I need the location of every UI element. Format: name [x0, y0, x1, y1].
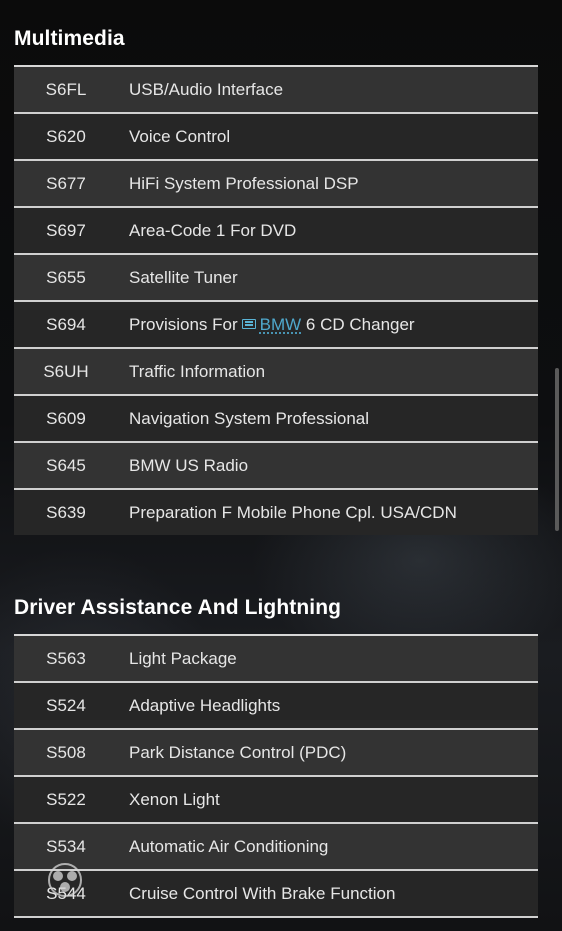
table-row: S609 Navigation System Professional [14, 396, 538, 443]
option-description: Cruise Control With Brake Function [129, 883, 396, 903]
option-code: S522 [46, 789, 86, 809]
option-description-suffix: 6 CD Changer [305, 314, 415, 334]
option-description: BMW US Radio [129, 455, 249, 475]
table-row: S6FL USB/Audio Interface [14, 67, 538, 114]
table-row: S524 Adaptive Headlights [14, 683, 538, 730]
option-code: S645 [46, 455, 86, 475]
table-row: S697 Area-Code 1 For DVD [14, 208, 538, 255]
option-description: Satellite Tuner [129, 267, 238, 287]
table-row: S645 BMW US Radio [14, 443, 538, 490]
option-code: S6FL [45, 79, 87, 99]
option-description: HiFi System Professional DSP [129, 173, 359, 193]
table-row: S544 Cruise Control With Brake Function [14, 871, 538, 918]
option-description: USB/Audio Interface [129, 79, 284, 99]
option-description: Navigation System Professional [129, 408, 370, 428]
option-description-prefix: Provisions For [129, 314, 238, 334]
table-row: S563 Light Package [14, 636, 538, 683]
option-code: S6UH [43, 361, 89, 381]
option-description: Adaptive Headlights [129, 695, 281, 715]
option-description: Provisions For BMW 6 CD Changer [118, 315, 538, 335]
table-row: S522 Xenon Light [14, 777, 538, 824]
scrollbar[interactable] [555, 368, 559, 531]
table-row: S6UH Traffic Information [14, 349, 538, 396]
table-row: S620 Voice Control [14, 114, 538, 161]
table-row: S655 Satellite Tuner [14, 255, 538, 302]
option-description: Automatic Air Conditioning [129, 836, 329, 856]
table-row: S534 Automatic Air Conditioning [14, 824, 538, 871]
table-row: S694 Provisions For BMW 6 CD Changer [14, 302, 538, 349]
article-link-icon[interactable] [241, 318, 256, 329]
site-logo-icon [48, 863, 82, 897]
option-code: S534 [46, 836, 86, 856]
table-row: S677 HiFi System Professional DSP [14, 161, 538, 208]
section-title-driver-assistance: Driver Assistance And Lightning [14, 596, 342, 619]
option-code: S620 [46, 126, 86, 146]
option-description: Traffic Information [129, 361, 266, 381]
option-description: Area-Code 1 For DVD [129, 220, 297, 240]
option-code: S694 [46, 314, 86, 334]
option-description: Xenon Light [129, 789, 220, 809]
multimedia-options-table: S6FL USB/Audio Interface S620 Voice Cont… [14, 65, 538, 535]
option-code: S639 [46, 502, 86, 522]
multimedia-section: Multimedia S6FL USB/Audio Interface S620… [14, 22, 538, 535]
option-code: S508 [46, 742, 86, 762]
option-code: S677 [46, 173, 86, 193]
option-description: Voice Control [129, 126, 231, 146]
bmw-inline-link[interactable]: BMW [260, 315, 302, 334]
section-title-multimedia: Multimedia [14, 27, 125, 50]
table-row: S508 Park Distance Control (PDC) [14, 730, 538, 777]
table-row: S639 Preparation F Mobile Phone Cpl. USA… [14, 490, 538, 535]
driver-assistance-options-table: S563 Light Package S524 Adaptive Headlig… [14, 634, 538, 918]
option-code: S609 [46, 408, 86, 428]
option-description: Preparation F Mobile Phone Cpl. USA/CDN [129, 502, 457, 522]
option-description: Park Distance Control (PDC) [129, 742, 347, 762]
option-description: Light Package [129, 648, 237, 668]
option-code: S697 [46, 220, 86, 240]
driver-assistance-section: Driver Assistance And Lightning S563 Lig… [14, 591, 538, 918]
option-code: S563 [46, 648, 86, 668]
option-code: S524 [46, 695, 86, 715]
option-code: S655 [46, 267, 86, 287]
